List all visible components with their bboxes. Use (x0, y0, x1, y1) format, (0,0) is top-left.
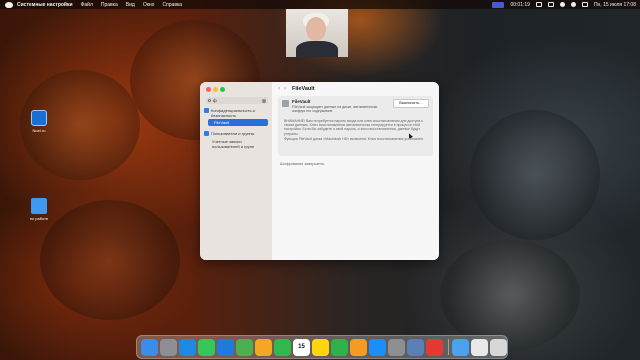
menu-edit[interactable]: Правка (101, 2, 118, 8)
folder-icon (31, 198, 47, 214)
clear-search-icon[interactable] (262, 98, 266, 103)
menu-bar: Системные настройки Файл Правка Вид Окно… (0, 0, 640, 9)
calendar-icon[interactable]: 15 (293, 338, 310, 356)
apple-menu-icon[interactable] (5, 1, 13, 8)
desktop-icon-label: Noel.ru (32, 128, 46, 133)
finder-icon[interactable] (141, 338, 158, 356)
content-toolbar: ‹ › FileVault (272, 82, 439, 96)
wifi-icon[interactable] (559, 2, 565, 7)
settings-content: ‹ › FileVault FileVault FileVault защища… (272, 82, 439, 260)
lock-drive-icon (282, 100, 289, 107)
app-icon (31, 110, 47, 126)
desktop-icon-folder[interactable]: по работе (22, 198, 56, 221)
settings-sidebar: ф Конфиденциальность и безопасность File… (200, 82, 272, 260)
sidebar-item-label: Пользователи и группы (211, 131, 255, 136)
sidebar-search-field[interactable]: ф (206, 97, 268, 104)
wallpaper-skull (40, 200, 180, 320)
search-icon (208, 98, 211, 102)
facetime-icon[interactable] (274, 338, 291, 356)
trash-icon[interactable] (490, 338, 507, 356)
recording-status-icon[interactable] (492, 1, 505, 8)
document-icon[interactable] (471, 338, 488, 356)
menu-clock[interactable]: Пн, 15 июля 17:08 (594, 2, 636, 8)
spotlight-icon[interactable] (570, 2, 576, 7)
filevault-warning: ВНИМАНИЕ! Вам потребуется пароль входа и… (284, 119, 423, 136)
dock: 15 (136, 335, 508, 359)
menu-app-name[interactable]: Системные настройки (17, 2, 73, 8)
person-body (296, 41, 338, 57)
filevault-card: FileVault FileVault защищает данные на д… (278, 96, 433, 156)
sidebar-item-label: Конфиденциальность и безопасность (211, 108, 255, 118)
desktop-icon-app[interactable]: Noel.ru (22, 110, 56, 133)
screen-mirroring-icon[interactable] (535, 2, 542, 7)
forward-arrow-icon[interactable]: › (284, 86, 286, 92)
menu-file[interactable]: Файл (81, 2, 93, 8)
menu-window[interactable]: Окно (143, 2, 155, 8)
photos-icon[interactable] (255, 338, 272, 356)
sidebar-item-users-groups[interactable]: Пользователи и группы (204, 131, 268, 136)
numbers-icon[interactable] (331, 338, 348, 356)
person-face (306, 17, 326, 41)
screen-recorder-icon[interactable] (426, 338, 443, 356)
settings-icon[interactable] (388, 338, 405, 356)
preview-icon[interactable] (407, 338, 424, 356)
system-settings-window: ф Конфиденциальность и безопасность File… (200, 82, 439, 260)
window-controls (206, 87, 227, 92)
battery-icon[interactable] (547, 2, 554, 7)
back-arrow-icon[interactable]: ‹ (278, 86, 280, 92)
webcam-overlay (286, 9, 348, 57)
encryption-status: Шифрование завершено. (280, 162, 325, 166)
control-center-icon[interactable] (581, 2, 588, 7)
mail-icon[interactable] (217, 338, 234, 356)
menu-help[interactable]: Справка (162, 2, 182, 8)
sidebar-item-privacy[interactable]: Конфиденциальность и безопасность (204, 108, 268, 118)
turn-off-button[interactable]: Выключить… (393, 99, 429, 108)
sidebar-subitem-accounts[interactable]: Учетные записи пользователей и групп (212, 139, 270, 149)
filevault-name: FileVault (292, 99, 311, 104)
safari-icon[interactable] (179, 338, 196, 356)
search-value: ф (213, 98, 217, 103)
filevault-info: Функция FileVault диска «Macintosh HD» в… (284, 137, 424, 141)
hand-privacy-icon (204, 108, 209, 113)
menu-view[interactable]: Вид (126, 2, 135, 8)
sidebar-item-filevault[interactable]: FileVault (208, 119, 268, 126)
close-button[interactable] (206, 87, 211, 92)
users-icon (204, 131, 209, 136)
maps-icon[interactable] (236, 338, 253, 356)
wallpaper-skull (470, 110, 600, 240)
desktop-icon-label: по работе (29, 216, 49, 221)
messages-icon[interactable] (198, 338, 215, 356)
zoom-button[interactable] (220, 87, 225, 92)
downloads-folder-icon[interactable] (452, 338, 469, 356)
filevault-description: FileVault защищает данные на диске, авто… (292, 105, 378, 114)
sidebar-item-label: Учетные записи пользователей и групп (212, 139, 255, 149)
appstore-icon[interactable] (369, 338, 386, 356)
wallpaper-skull (440, 240, 580, 350)
recording-timer: 00:01:19 (510, 1, 530, 8)
launchpad-icon[interactable] (160, 338, 177, 356)
pages-icon[interactable] (350, 338, 367, 356)
minimize-button[interactable] (213, 87, 218, 92)
notes-icon[interactable] (312, 338, 329, 356)
page-title: FileVault (292, 86, 315, 92)
dock-separator (448, 339, 449, 355)
